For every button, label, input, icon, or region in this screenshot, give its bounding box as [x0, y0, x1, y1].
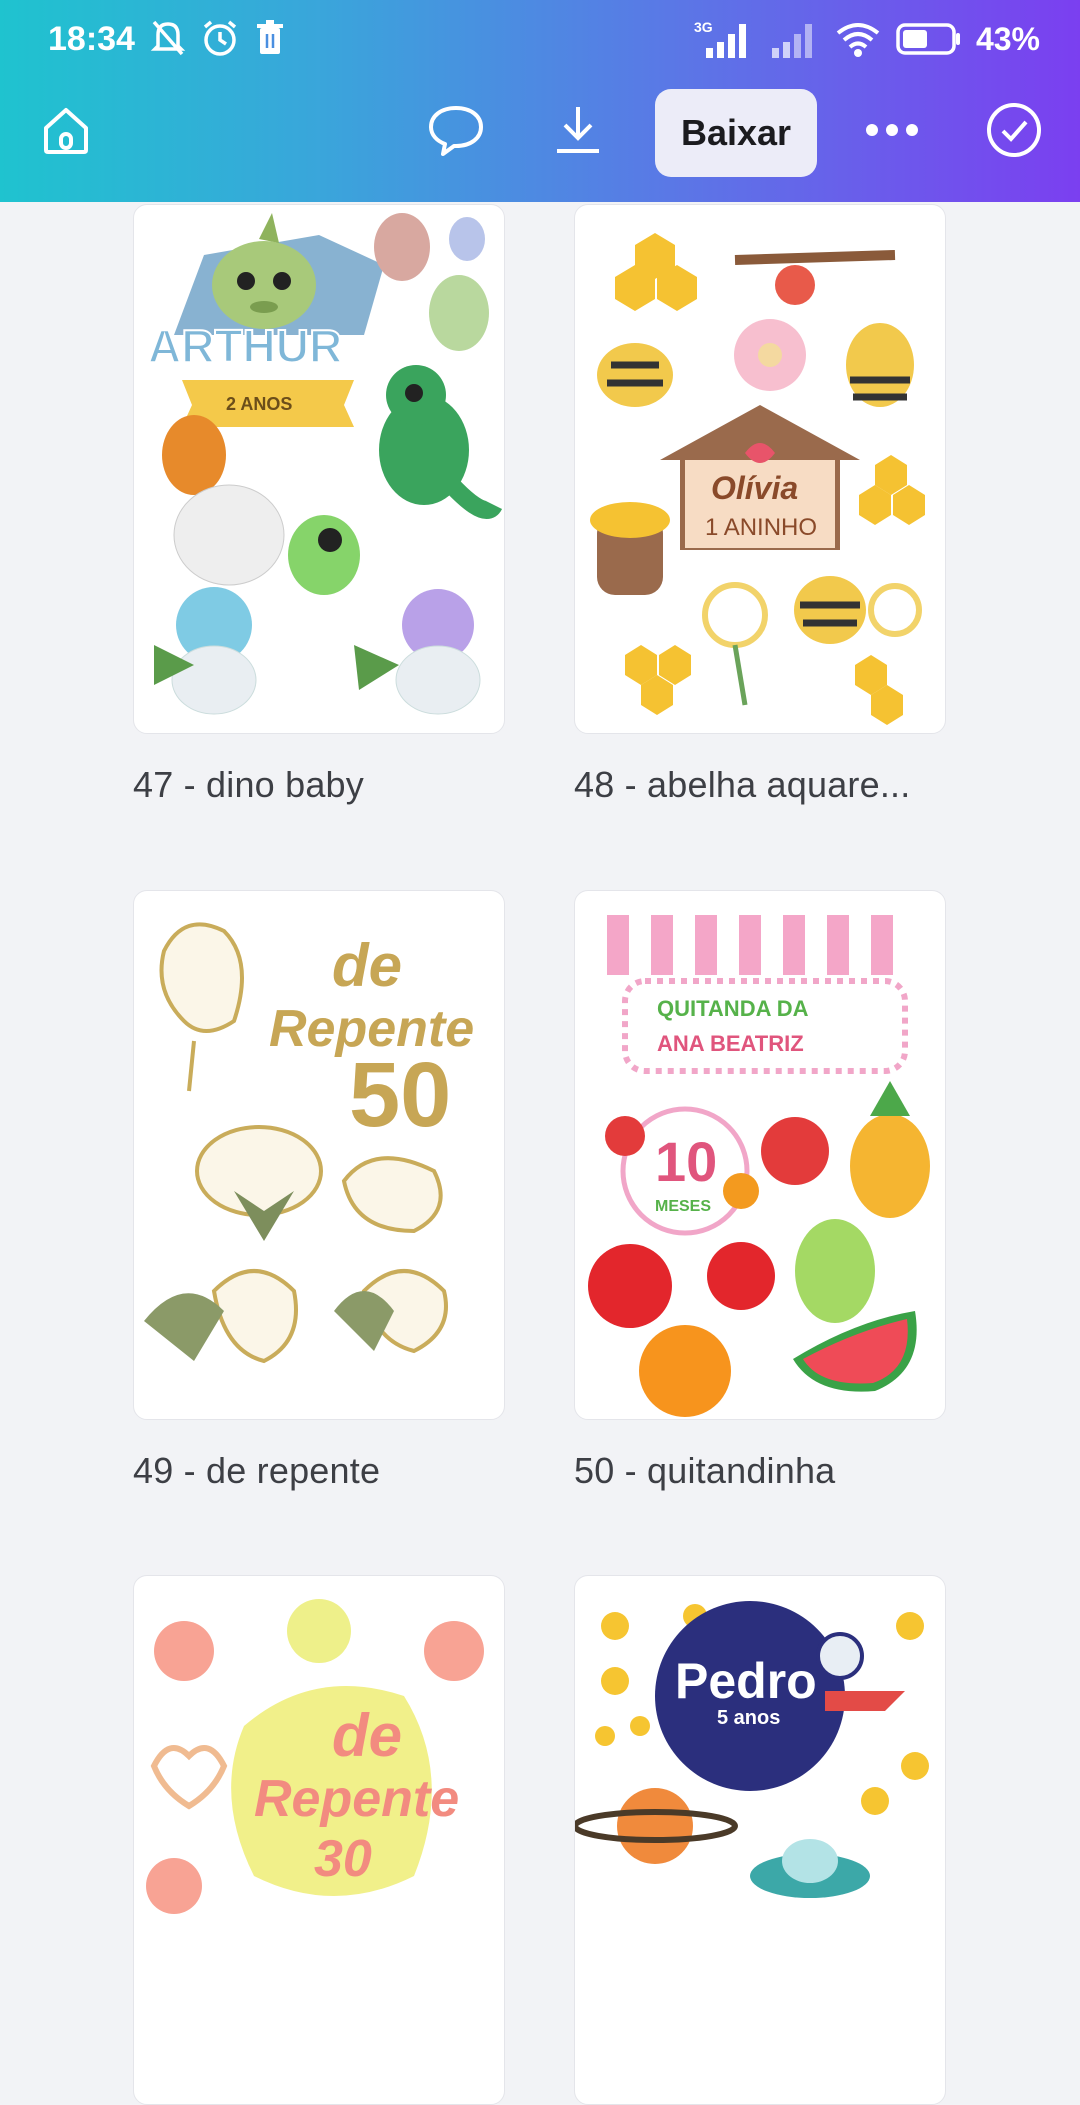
abelha-thumbnail: Olívia 1 ANINHO: [590, 233, 925, 725]
notifications-muted-icon: [150, 20, 186, 56]
status-bar: 18:34 3G 43%: [0, 0, 1080, 80]
template-card-dino-baby[interactable]: ARTHUR 2 ANOS: [133, 204, 505, 734]
more-icon: [866, 124, 918, 136]
abelha-age-text: 1 ANINHO: [705, 514, 817, 541]
download-icon-button[interactable]: [538, 90, 618, 170]
done-button[interactable]: [974, 90, 1054, 170]
template-title[interactable]: 49 - de repente: [133, 1450, 513, 1492]
top-app-bar: 18:34 3G 43% Baixar: [0, 0, 1080, 202]
template-card-quitandinha[interactable]: QUITANDA DA ANA BEATRIZ 10 MESES: [574, 890, 946, 1420]
quitanda-line1-text: QUITANDA DA: [657, 996, 809, 1021]
more-options-button[interactable]: [852, 90, 932, 170]
comment-icon: [429, 106, 483, 156]
repente30-line2-text: Repente: [254, 1770, 459, 1828]
repente-line1-text: de: [332, 932, 402, 999]
template-card-abelha[interactable]: Olívia 1 ANINHO: [574, 204, 946, 734]
trash-icon: [257, 20, 283, 54]
home-button[interactable]: [26, 90, 106, 170]
repente30-line3-text: 30: [314, 1830, 372, 1888]
signal-3g-icon: 3G: [694, 19, 746, 58]
wifi-icon: [836, 23, 880, 57]
de-repente-50-thumbnail: de Repente 50: [144, 922, 474, 1364]
template-title[interactable]: 50 - quitandinha: [574, 1450, 954, 1492]
abelha-name-text: Olívia: [711, 470, 798, 506]
template-card-de-repente-50[interactable]: de Repente 50: [133, 890, 505, 1420]
template-card-pedro[interactable]: Pedro 5 anos: [574, 1575, 946, 2105]
pedro-age-text: 5 anos: [717, 1707, 780, 1729]
status-left-icons: [150, 18, 286, 58]
status-time: 18:34: [48, 20, 135, 58]
battery-percent: 43%: [975, 20, 1040, 57]
network-type: 3G: [694, 19, 713, 35]
de-repente-30-thumbnail: de Repente 30: [146, 1599, 484, 1914]
pedro-name-text: Pedro: [675, 1653, 817, 1709]
editor-toolbar: Baixar: [0, 89, 1080, 200]
battery-icon: [896, 23, 960, 55]
repente-line3-text: 50: [349, 1044, 451, 1146]
quitanda-age-text: 10: [655, 1130, 717, 1193]
download-button[interactable]: Baixar: [655, 89, 817, 177]
template-title[interactable]: 47 - dino baby: [133, 764, 513, 806]
template-title[interactable]: 48 - abelha aquare...: [574, 764, 954, 806]
quitanda-age-unit-text: MESES: [655, 1198, 711, 1215]
template-card-de-repente-30[interactable]: de Repente 30: [133, 1575, 505, 2105]
comments-button[interactable]: [416, 90, 496, 170]
download-icon: [557, 107, 599, 153]
check-circle-icon: [987, 103, 1041, 157]
status-right-icons: 3G 43%: [692, 18, 1040, 60]
quitanda-line2-text: ANA BEATRIZ: [657, 1031, 804, 1056]
home-icon: [44, 108, 88, 154]
dino-age-text: 2 ANOS: [226, 394, 292, 414]
dino-name-text: ARTHUR: [148, 320, 342, 372]
dino-baby-thumbnail: ARTHUR 2 ANOS: [147, 213, 503, 715]
alarm-icon: [203, 20, 237, 56]
quitandinha-thumbnail: QUITANDA DA ANA BEATRIZ 10 MESES: [588, 915, 930, 1417]
pedro-thumbnail: Pedro 5 anos: [575, 1601, 929, 1898]
repente30-line1-text: de: [332, 1702, 402, 1769]
signal-icon: [771, 24, 812, 58]
